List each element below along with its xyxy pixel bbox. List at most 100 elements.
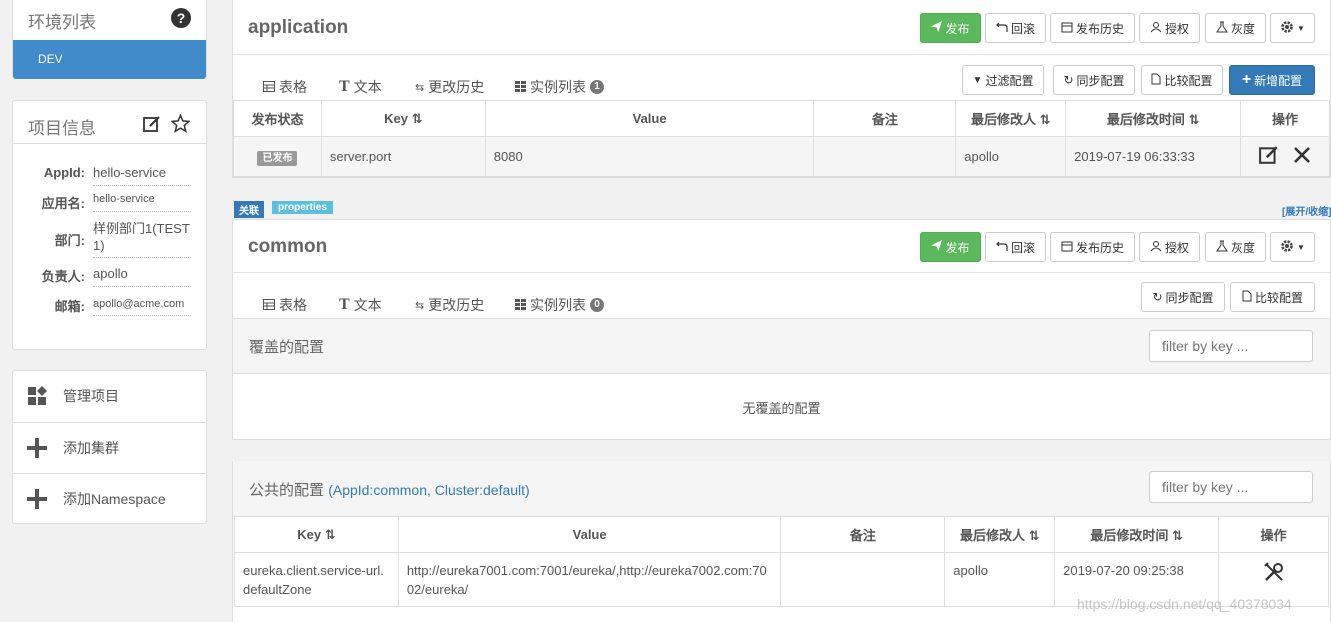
sort-icon: ⇅ bbox=[1188, 112, 1200, 127]
tab-label: 文本 bbox=[353, 79, 382, 95]
env-list-title: 环境列表 bbox=[28, 13, 96, 32]
add-config-button[interactable]: + 新增配置 bbox=[1229, 65, 1315, 95]
col-modified-time[interactable]: 最后修改时间 ⇅ bbox=[1054, 516, 1220, 553]
divider bbox=[13, 143, 206, 144]
info-key: AppId: bbox=[43, 165, 85, 180]
add-cluster-item[interactable]: 添加集群 bbox=[13, 422, 207, 472]
namespace-common: common 发布 回滚 发布历史 授权 灰度 ▼ 表格 T 文本 ⇆ 更改历史… bbox=[232, 219, 1331, 622]
publish-history-button[interactable]: 发布历史 bbox=[1050, 13, 1135, 43]
compare-config-label: 比较配置 bbox=[1254, 290, 1303, 305]
sync-config-button[interactable]: ↻ 同步配置 bbox=[1053, 65, 1135, 95]
gray-release-label: 灰度 bbox=[1230, 240, 1255, 255]
tab-text[interactable]: T 文本 bbox=[339, 295, 382, 315]
col-modifier[interactable]: 最后修改人 ⇅ bbox=[955, 100, 1067, 137]
public-filter-input[interactable] bbox=[1149, 471, 1313, 503]
override-empty-text: 无覆盖的配置 bbox=[742, 401, 821, 416]
grid-icon bbox=[515, 297, 526, 313]
text-icon: T bbox=[339, 78, 350, 95]
col-comment: 备注 bbox=[780, 516, 946, 553]
rollback-button[interactable]: 回滚 bbox=[985, 13, 1046, 43]
namespace-title: application bbox=[248, 17, 349, 38]
undo-icon bbox=[996, 21, 1008, 36]
settings-dropdown-button[interactable]: ▼ bbox=[1270, 13, 1315, 43]
col-key[interactable]: Key ⇅ bbox=[320, 100, 486, 137]
authorize-button[interactable]: 授权 bbox=[1139, 13, 1200, 43]
col-label: 最后修改人 bbox=[970, 112, 1036, 127]
publish-history-label: 发布历史 bbox=[1075, 21, 1124, 36]
tab-text[interactable]: T 文本 bbox=[339, 77, 382, 97]
delete-icon[interactable] bbox=[1293, 146, 1311, 167]
compare-config-button[interactable]: 比较配置 bbox=[1230, 282, 1315, 312]
flask-icon bbox=[1216, 240, 1228, 255]
col-modifier[interactable]: 最后修改人 ⇅ bbox=[944, 516, 1056, 553]
tab-history[interactable]: ⇆ 更改历史 bbox=[415, 295, 484, 315]
add-namespace-item[interactable]: 添加Namespace bbox=[13, 473, 207, 523]
override-section-header: 覆盖的配置 bbox=[233, 318, 1330, 374]
tab-label: 更改历史 bbox=[428, 297, 485, 313]
tab-instances[interactable]: 实例列表 0 bbox=[515, 295, 604, 315]
info-value: 样例部门1(TEST1) bbox=[93, 220, 191, 258]
override-filter-input[interactable] bbox=[1149, 330, 1313, 362]
star-icon[interactable] bbox=[170, 113, 191, 136]
gray-release-button[interactable]: 灰度 bbox=[1205, 13, 1266, 43]
add-namespace-label: 添加Namespace bbox=[63, 490, 166, 507]
gray-release-label: 灰度 bbox=[1230, 21, 1255, 36]
filter-config-label: 过滤配置 bbox=[985, 73, 1034, 88]
authorize-button[interactable]: 授权 bbox=[1139, 232, 1200, 262]
col-modified-time[interactable]: 最后修改时间 ⇅ bbox=[1065, 100, 1242, 137]
tab-label: 文本 bbox=[353, 297, 382, 313]
sync-config-button[interactable]: ↻ 同步配置 bbox=[1141, 282, 1225, 312]
info-value: apollo@acme.com bbox=[93, 295, 191, 316]
tab-label: 实例列表 bbox=[530, 297, 586, 313]
col-label: 最后修改时间 bbox=[1090, 528, 1169, 543]
section-gap bbox=[232, 439, 1331, 461]
format-tag: properties bbox=[272, 201, 333, 214]
plus-icon: + bbox=[1241, 71, 1252, 88]
col-key[interactable]: Key ⇅ bbox=[234, 516, 399, 553]
col-comment: 备注 bbox=[813, 100, 957, 137]
calendar-icon bbox=[1061, 240, 1073, 255]
sync-config-label: 同步配置 bbox=[1076, 73, 1125, 88]
compare-config-button[interactable]: 比较配置 bbox=[1141, 65, 1223, 95]
expand-collapse-toggle[interactable]: [展开/收缩] bbox=[1282, 203, 1331, 218]
project-info-title: 项目信息 bbox=[28, 119, 96, 138]
caret-down-icon: ▼ bbox=[1297, 23, 1305, 33]
config-table: 发布状态 Key ⇅ Value 备注 最后修改人 ⇅ 最后修改时间 ⇅ 操作 … bbox=[233, 100, 1330, 177]
edit-icon[interactable] bbox=[143, 115, 161, 136]
override-tools-icon[interactable] bbox=[1263, 561, 1285, 586]
info-row-appname: 应用名: hello-service bbox=[13, 193, 206, 212]
manage-project-item[interactable]: 管理项目 bbox=[13, 371, 207, 421]
col-status: 发布状态 bbox=[233, 100, 322, 137]
rollback-label: 回滚 bbox=[1010, 21, 1035, 36]
publish-button[interactable]: 发布 bbox=[920, 232, 981, 262]
instance-count-badge: 1 bbox=[590, 80, 604, 94]
modifier-cell: apollo bbox=[944, 552, 1056, 607]
tab-instances[interactable]: 实例列表 1 bbox=[515, 77, 604, 97]
tab-label: 更改历史 bbox=[428, 79, 485, 95]
filter-config-button[interactable]: ▼ 过滤配置 bbox=[962, 65, 1044, 95]
edit-icon[interactable] bbox=[1259, 145, 1279, 168]
watermark: https://blog.csdn.net/qq_40378034 bbox=[1077, 596, 1292, 612]
rollback-button[interactable]: 回滚 bbox=[985, 232, 1046, 262]
manage-project-label: 管理项目 bbox=[63, 388, 119, 404]
publish-button[interactable]: 发布 bbox=[920, 13, 981, 43]
public-title: 公共的配置 (AppId:common, Cluster:default) bbox=[249, 479, 530, 500]
env-list-panel: 环境列表 ? DEV bbox=[12, 0, 207, 79]
file-icon bbox=[1151, 73, 1161, 88]
publish-history-button[interactable]: 发布历史 bbox=[1050, 232, 1135, 262]
col-value: Value bbox=[397, 516, 782, 553]
sort-icon: ⇅ bbox=[411, 110, 423, 126]
help-icon[interactable]: ? bbox=[171, 8, 191, 28]
env-item-dev[interactable]: DEV bbox=[13, 40, 206, 79]
tab-history[interactable]: ⇆ 更改历史 bbox=[415, 77, 484, 97]
info-key: 邮箱: bbox=[54, 299, 85, 314]
col-label: Key bbox=[384, 110, 409, 126]
key-cell: eureka.client.service-url.defaultZone bbox=[234, 552, 399, 607]
namespace-application: application 发布 回滚 发布历史 授权 灰度 ▼ 表格 T 文本 ⇆… bbox=[232, 0, 1331, 178]
table-icon bbox=[263, 79, 275, 95]
settings-dropdown-button[interactable]: ▼ bbox=[1270, 232, 1315, 262]
gray-release-button[interactable]: 灰度 bbox=[1205, 232, 1266, 262]
public-config-table: Key ⇅ Value 备注 最后修改人 ⇅ 最后修改时间 ⇅ 操作 eurek… bbox=[234, 516, 1329, 607]
sort-icon: ⇅ bbox=[1039, 112, 1051, 127]
sort-icon: ⇅ bbox=[324, 526, 336, 542]
